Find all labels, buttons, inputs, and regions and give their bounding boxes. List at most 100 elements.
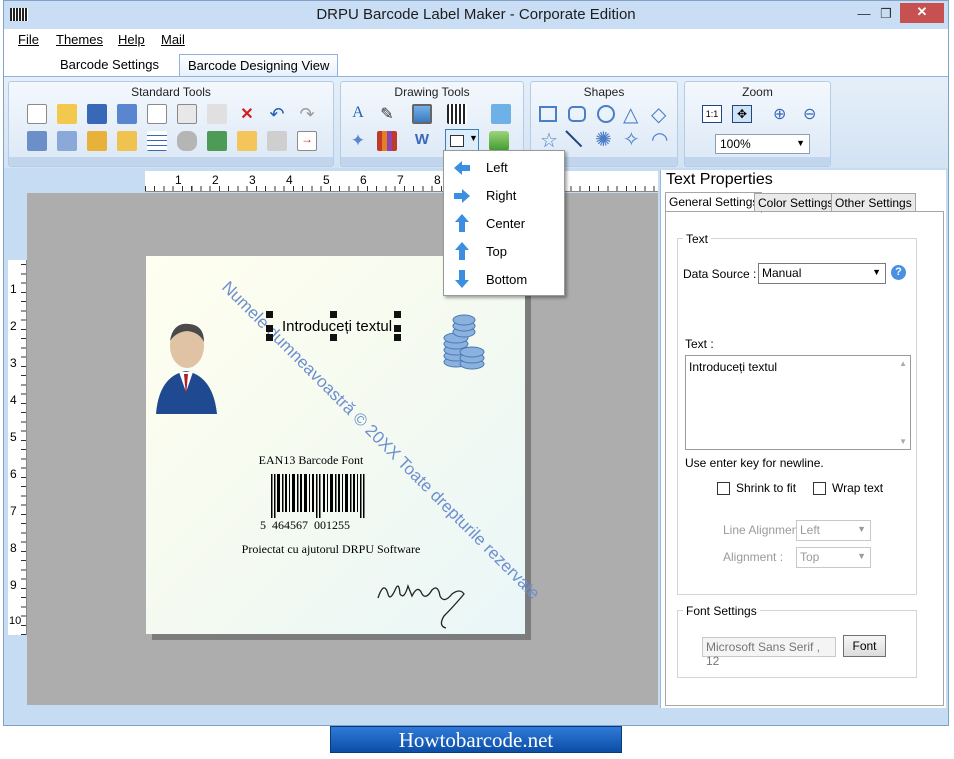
- ellipse-icon[interactable]: [597, 105, 615, 123]
- pen-icon[interactable]: ✎: [377, 104, 397, 124]
- resize-handle[interactable]: [266, 311, 273, 318]
- print-icon[interactable]: [267, 131, 287, 151]
- menu-bar: File Themes Help Mail: [4, 29, 948, 51]
- align-right-item[interactable]: Right: [486, 188, 516, 203]
- barcode-label[interactable]: Numele dumneavoastră © 20XX Toate dreptu…: [146, 256, 544, 634]
- arrow-up-icon: [455, 242, 469, 260]
- database-icon[interactable]: [177, 131, 197, 151]
- zoom-out-icon[interactable]: ⊖: [803, 104, 816, 124]
- cut-icon[interactable]: [207, 104, 227, 124]
- background-icon[interactable]: [489, 131, 509, 151]
- shape-star-icon[interactable]: ✦: [348, 131, 368, 151]
- four-point-star-icon[interactable]: ✧: [623, 127, 640, 152]
- save-as-icon[interactable]: [117, 104, 137, 124]
- burst-icon[interactable]: ✺: [595, 127, 612, 152]
- copy-icon[interactable]: [147, 104, 167, 124]
- delete-icon[interactable]: ✕: [237, 104, 257, 124]
- signature-image[interactable]: [374, 576, 469, 631]
- rounded-rectangle-icon[interactable]: [568, 106, 586, 122]
- mail-icon[interactable]: [237, 131, 257, 151]
- paste-icon[interactable]: [177, 104, 197, 124]
- coins-icon[interactable]: [438, 314, 488, 372]
- minimize-button[interactable]: —: [854, 5, 874, 23]
- resize-handle[interactable]: [266, 334, 273, 341]
- tab-barcode-settings[interactable]: Barcode Settings: [52, 54, 167, 77]
- grid-icon[interactable]: [147, 131, 167, 151]
- maximize-button[interactable]: ❐: [876, 5, 896, 23]
- resize-handle[interactable]: [266, 325, 273, 332]
- save-icon[interactable]: [87, 104, 107, 124]
- selected-text-object[interactable]: Introduceți textul: [273, 318, 401, 340]
- ruler-tick: 6: [10, 467, 17, 481]
- new-icon[interactable]: [27, 104, 47, 124]
- resize-handle[interactable]: [394, 334, 401, 341]
- tab-color-settings[interactable]: Color Settings: [754, 193, 838, 212]
- wordart-icon[interactable]: W: [412, 131, 432, 151]
- image-library-icon[interactable]: [491, 104, 511, 124]
- alignment-dropdown-menu: Left Right Center Top Bottom: [443, 150, 565, 296]
- open-icon[interactable]: [57, 104, 77, 124]
- close-button[interactable]: ✕: [900, 3, 944, 23]
- font-button[interactable]: Font: [843, 635, 886, 657]
- newline-hint: Use enter key for newline.: [685, 456, 824, 470]
- group-title: Drawing Tools: [394, 85, 470, 99]
- footer-text[interactable]: Proiectat cu ajutorul DRPU Software: [206, 542, 456, 557]
- line-alignment-select[interactable]: Left ▼: [796, 520, 871, 541]
- zoom-fit-icon[interactable]: ✥: [732, 105, 752, 123]
- data-source-select[interactable]: Manual ▼: [758, 263, 886, 284]
- shrink-to-fit-checkbox[interactable]: [717, 482, 730, 495]
- arc-icon[interactable]: ◠: [651, 127, 668, 152]
- undo-icon[interactable]: ↶: [267, 104, 287, 124]
- export-icon[interactable]: [207, 131, 227, 151]
- zoom-select[interactable]: 100% ▼: [715, 134, 810, 154]
- chevron-down-icon: ▼: [469, 133, 478, 143]
- zoom-in-icon[interactable]: ⊕: [773, 104, 786, 124]
- align-bottom-item[interactable]: Bottom: [486, 272, 527, 287]
- text-input[interactable]: Introduceți textul ▲ ▼: [685, 355, 911, 450]
- triangle-icon[interactable]: △: [623, 102, 638, 127]
- ean13-barcode[interactable]: [271, 474, 366, 519]
- arrow-down-icon: [455, 270, 469, 288]
- resize-handle[interactable]: [330, 334, 337, 341]
- lock-icon[interactable]: [87, 131, 107, 151]
- scroll-down-icon[interactable]: ▼: [899, 437, 907, 446]
- resize-handle[interactable]: [394, 325, 401, 332]
- menu-themes[interactable]: Themes: [56, 32, 103, 47]
- barcode-icon[interactable]: [447, 104, 467, 124]
- text-icon[interactable]: A: [348, 104, 368, 124]
- exit-icon[interactable]: →: [297, 131, 317, 151]
- unlock-icon[interactable]: [117, 131, 137, 151]
- tab-barcode-designing-view[interactable]: Barcode Designing View: [179, 54, 339, 77]
- bring-front-icon[interactable]: [57, 131, 77, 151]
- books-icon[interactable]: [377, 131, 397, 151]
- diamond-icon[interactable]: ◇: [651, 102, 666, 127]
- scroll-up-icon[interactable]: ▲: [899, 359, 907, 368]
- ruler-tick: 2: [212, 173, 219, 187]
- panel-title: Text Properties: [666, 171, 773, 188]
- picture-icon[interactable]: [412, 104, 432, 124]
- redo-icon[interactable]: ↷: [297, 104, 317, 124]
- tab-general-settings[interactable]: General Settings: [665, 192, 763, 213]
- text-properties-panel: Text Properties General Settings Color S…: [660, 170, 946, 708]
- send-back-icon[interactable]: [27, 131, 47, 151]
- zoom-actual-size-button[interactable]: 1:1: [702, 105, 722, 123]
- ruler-tick: 3: [249, 173, 256, 187]
- align-top-item[interactable]: Top: [486, 244, 507, 259]
- menu-file[interactable]: File: [18, 32, 39, 47]
- align-center-item[interactable]: Center: [486, 216, 525, 231]
- tab-other-settings[interactable]: Other Settings: [831, 193, 916, 212]
- align-left-item[interactable]: Left: [486, 160, 508, 175]
- resize-handle[interactable]: [394, 311, 401, 318]
- businessman-icon[interactable]: [151, 316, 221, 416]
- wrap-text-checkbox[interactable]: [813, 482, 826, 495]
- menu-mail[interactable]: Mail: [161, 32, 185, 47]
- ruler-tick: 8: [10, 541, 17, 555]
- chevron-down-icon: ▼: [857, 551, 866, 561]
- rectangle-icon[interactable]: [539, 106, 557, 122]
- ruler-tick: 9: [10, 578, 17, 592]
- line-icon[interactable]: [565, 130, 583, 148]
- help-icon[interactable]: ?: [891, 265, 906, 280]
- menu-help[interactable]: Help: [118, 32, 145, 47]
- alignment-select[interactable]: Top ▼: [796, 547, 871, 568]
- resize-handle[interactable]: [330, 311, 337, 318]
